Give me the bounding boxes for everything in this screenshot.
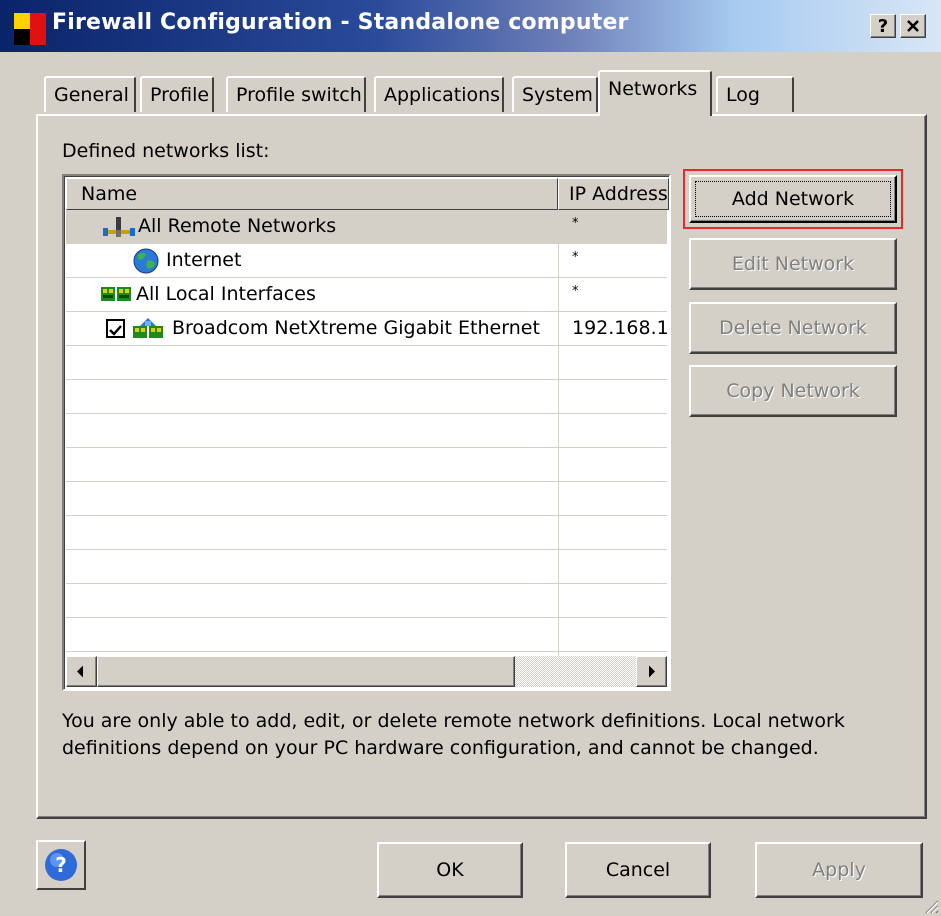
- cancel-button[interactable]: Cancel: [565, 842, 711, 898]
- network-row-broadcom[interactable]: Broadcom NetXtreme Gigabit Ethernet 192.…: [66, 312, 669, 345]
- tab-networks[interactable]: Networks: [598, 70, 712, 116]
- row-gridline: [66, 515, 667, 516]
- network-ip: *: [572, 216, 579, 231]
- row-gridline: [66, 617, 667, 618]
- context-help-button[interactable]: ?: [870, 14, 896, 38]
- remote-networks-icon: [103, 217, 135, 237]
- column-header-name[interactable]: Name: [66, 178, 558, 210]
- add-network-button[interactable]: Add Network: [689, 175, 897, 223]
- network-ip: *: [572, 250, 579, 265]
- column-header-ip[interactable]: IP Address: [558, 178, 669, 210]
- internet-globe-icon: [133, 248, 159, 274]
- network-row-all-remote[interactable]: All Remote Networks *: [66, 210, 667, 243]
- info-line-1: You are only able to add, edit, or delet…: [62, 710, 845, 732]
- apply-button[interactable]: Apply: [755, 842, 923, 898]
- info-text: You are only able to add, edit, or delet…: [62, 708, 862, 762]
- copy-network-button[interactable]: Copy Network: [689, 365, 897, 417]
- tab-applications[interactable]: Applications: [374, 76, 504, 112]
- tab-general[interactable]: General: [44, 76, 136, 112]
- network-adapter-icon: [133, 318, 163, 338]
- tab-log[interactable]: Log: [716, 76, 794, 112]
- networks-list[interactable]: Name IP Address All Remote Networks * In…: [62, 174, 671, 691]
- ok-button[interactable]: OK: [377, 842, 523, 898]
- network-name: Broadcom NetXtreme Gigabit Ethernet: [172, 317, 540, 339]
- close-button[interactable]: [900, 14, 926, 38]
- window-title: Firewall Configuration - Standalone comp…: [52, 10, 629, 35]
- arrow-left-icon: [77, 665, 83, 678]
- edit-network-button[interactable]: Edit Network: [689, 238, 897, 290]
- network-enable-checkbox[interactable]: [106, 319, 125, 338]
- network-row-internet[interactable]: Internet *: [66, 244, 667, 277]
- scroll-thumb[interactable]: [97, 656, 515, 687]
- local-interfaces-icon: [101, 287, 131, 301]
- close-icon: [907, 20, 919, 32]
- row-gridline: [66, 413, 667, 414]
- tab-profile-switch[interactable]: Profile switch: [226, 76, 366, 112]
- network-row-local-interfaces[interactable]: All Local Interfaces *: [66, 278, 667, 311]
- row-gridline: [66, 481, 667, 482]
- row-gridline: [66, 583, 667, 584]
- tab-profile[interactable]: Profile: [140, 76, 214, 112]
- focus-ring: [695, 181, 891, 217]
- help-button[interactable]: ?: [36, 840, 86, 890]
- tab-system[interactable]: System: [512, 76, 598, 112]
- arrow-right-icon: [649, 665, 655, 678]
- delete-network-button[interactable]: Delete Network: [689, 302, 897, 354]
- resize-grip-icon[interactable]: [921, 896, 939, 914]
- scroll-right-button[interactable]: [636, 656, 667, 687]
- svg-text:?: ?: [55, 853, 67, 877]
- row-gridline: [66, 651, 667, 652]
- row-gridline: [66, 447, 667, 448]
- network-name: Internet: [166, 249, 242, 271]
- horizontal-scrollbar[interactable]: [66, 656, 667, 687]
- help-question-icon: ?: [45, 849, 77, 881]
- network-name: All Remote Networks: [138, 215, 337, 237]
- title-bar[interactable]: Firewall Configuration - Standalone comp…: [0, 0, 941, 52]
- info-line-2: definitions depend on your PC hardware c…: [62, 737, 819, 759]
- network-name: All Local Interfaces: [136, 283, 316, 305]
- app-logo-icon: [14, 13, 46, 45]
- row-gridline: [66, 549, 667, 550]
- defined-networks-label: Defined networks list:: [62, 140, 270, 162]
- scroll-left-button[interactable]: [66, 656, 97, 687]
- checkmark-icon: [109, 325, 122, 336]
- row-gridline: [66, 379, 667, 380]
- network-ip: *: [572, 284, 579, 299]
- network-ip: 192.168.1: [572, 317, 669, 339]
- row-gridline: [66, 345, 667, 346]
